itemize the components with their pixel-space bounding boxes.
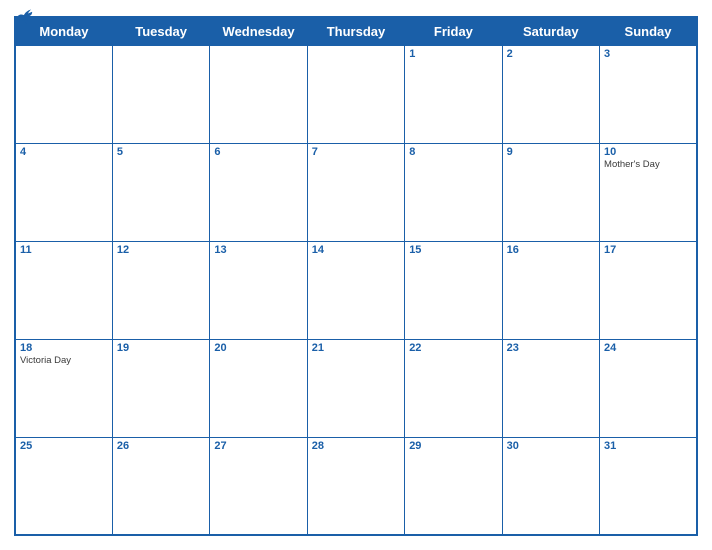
- calendar-cell: 29: [405, 437, 502, 535]
- calendar-cell: [15, 46, 112, 144]
- event-label: Victoria Day: [20, 355, 108, 366]
- day-number: 23: [507, 342, 595, 354]
- day-number: 2: [507, 48, 595, 60]
- day-number: 20: [214, 342, 302, 354]
- day-number: 28: [312, 440, 400, 452]
- day-number: 14: [312, 244, 400, 256]
- day-number: 7: [312, 146, 400, 158]
- calendar-table: MondayTuesdayWednesdayThursdayFridaySatu…: [14, 16, 698, 536]
- calendar-cell: [210, 46, 307, 144]
- calendar-cell: 20: [210, 339, 307, 437]
- calendar-cell: 1: [405, 46, 502, 144]
- calendar-cell: 24: [600, 339, 697, 437]
- day-number: 17: [604, 244, 692, 256]
- calendar-cell: 27: [210, 437, 307, 535]
- calendar-week-row: 456789 10Mother's Day: [15, 143, 697, 241]
- calendar-cell: 2: [502, 46, 599, 144]
- calendar-cell: 23: [502, 339, 599, 437]
- day-number: 29: [409, 440, 497, 452]
- calendar-cell: 9: [502, 143, 599, 241]
- calendar-cell: 11: [15, 241, 112, 339]
- calendar-cell: 3: [600, 46, 697, 144]
- weekday-header-row: MondayTuesdayWednesdayThursdayFridaySatu…: [15, 17, 697, 46]
- calendar-cell: 14: [307, 241, 404, 339]
- day-number: 5: [117, 146, 205, 158]
- day-number: 21: [312, 342, 400, 354]
- day-number: 1: [409, 48, 497, 60]
- weekday-header-sunday: Sunday: [600, 17, 697, 46]
- day-number: 11: [20, 244, 108, 256]
- day-number: 10: [604, 146, 692, 158]
- calendar-cell: 21: [307, 339, 404, 437]
- weekday-header-wednesday: Wednesday: [210, 17, 307, 46]
- calendar-cell: [112, 46, 209, 144]
- day-number: 19: [117, 342, 205, 354]
- calendar-cell: 12: [112, 241, 209, 339]
- calendar-cell: 31: [600, 437, 697, 535]
- calendar-cell: 22: [405, 339, 502, 437]
- day-number: 8: [409, 146, 497, 158]
- calendar-cell: 18Victoria Day: [15, 339, 112, 437]
- day-number: 16: [507, 244, 595, 256]
- logo: [14, 10, 34, 26]
- day-number: 22: [409, 342, 497, 354]
- day-number: 13: [214, 244, 302, 256]
- day-number: 25: [20, 440, 108, 452]
- day-number: 18: [20, 342, 108, 354]
- calendar-cell: 15: [405, 241, 502, 339]
- day-number: 6: [214, 146, 302, 158]
- day-number: 24: [604, 342, 692, 354]
- calendar-cell: 26: [112, 437, 209, 535]
- calendar-cell: 28: [307, 437, 404, 535]
- calendar-cell: 7: [307, 143, 404, 241]
- calendar-cell: 6: [210, 143, 307, 241]
- calendar-cell: 5: [112, 143, 209, 241]
- logo-bird-icon: [16, 8, 34, 26]
- calendar-cell: 10Mother's Day: [600, 143, 697, 241]
- calendar-cell: 17: [600, 241, 697, 339]
- day-number: 4: [20, 146, 108, 158]
- calendar-week-row: 25 26 27 28 29 30 31: [15, 437, 697, 535]
- day-number: 9: [507, 146, 595, 158]
- day-number: 30: [507, 440, 595, 452]
- day-number: 12: [117, 244, 205, 256]
- calendar-cell: [307, 46, 404, 144]
- weekday-header-friday: Friday: [405, 17, 502, 46]
- day-number: 27: [214, 440, 302, 452]
- calendar-cell: 8: [405, 143, 502, 241]
- day-number: 3: [604, 48, 692, 60]
- day-number: 26: [117, 440, 205, 452]
- calendar-cell: 4: [15, 143, 112, 241]
- calendar-cell: 19: [112, 339, 209, 437]
- day-number: 15: [409, 244, 497, 256]
- calendar-cell: 13: [210, 241, 307, 339]
- calendar-cell: 16: [502, 241, 599, 339]
- calendar-week-row: 123: [15, 46, 697, 144]
- weekday-header-saturday: Saturday: [502, 17, 599, 46]
- weekday-header-tuesday: Tuesday: [112, 17, 209, 46]
- calendar-week-row: 18Victoria Day 19 20 21 22 23 24: [15, 339, 697, 437]
- event-label: Mother's Day: [604, 159, 692, 170]
- calendar-week-row: 11 12 13 14 15 16 17: [15, 241, 697, 339]
- day-number: 31: [604, 440, 692, 452]
- weekday-header-thursday: Thursday: [307, 17, 404, 46]
- calendar-wrapper: MondayTuesdayWednesdayThursdayFridaySatu…: [0, 0, 712, 550]
- calendar-cell: 30: [502, 437, 599, 535]
- calendar-cell: 25: [15, 437, 112, 535]
